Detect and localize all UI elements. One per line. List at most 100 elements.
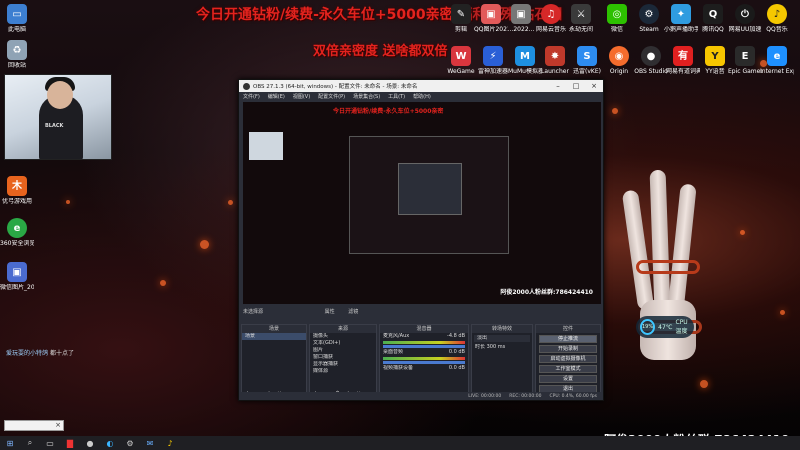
desktop-icon-launcher[interactable]: ✸ Launcher: [538, 46, 572, 75]
rec-timer: REC: 00:00:00: [509, 393, 542, 399]
task-view-icon[interactable]: ▭: [40, 436, 60, 450]
menu-help[interactable]: 帮助(H): [413, 93, 431, 100]
maximize-button[interactable]: □: [567, 82, 585, 90]
webcam-overlay: BLACK: [4, 74, 112, 160]
desktop-icon-qq-image[interactable]: ▣QQ图片20211223...: [474, 4, 508, 33]
desktop-icon-edit[interactable]: ✎ 剪辑: [444, 4, 478, 33]
desktop-icon-this-pc[interactable]: ▭ 此电脑: [0, 4, 34, 33]
game-icon: ⚔: [571, 4, 591, 24]
game-tool-icon: 木: [7, 176, 27, 196]
desktop-icon-naraka[interactable]: ⚔ 永劫无间: [564, 4, 598, 33]
image-file-icon: ▣: [481, 4, 501, 24]
transition-duration[interactable]: 时长 300 ms: [472, 344, 532, 351]
ie-icon: e: [767, 46, 787, 66]
desktop-icon-obs[interactable]: ● OBS Studio: [634, 46, 668, 75]
volume-slider[interactable]: [383, 345, 465, 348]
edit-icon: ✎: [451, 4, 471, 24]
desktop-icon-qq-music[interactable]: ♪ QQ音乐: [760, 4, 794, 33]
menu-scene-collection[interactable]: 场景集合(S): [353, 93, 380, 100]
filters-button[interactable]: 滤镜: [348, 309, 358, 315]
netease-icon[interactable]: ▇: [60, 436, 80, 450]
source-item[interactable]: 显示器捕获: [310, 361, 376, 368]
desktop-icon-game-tool[interactable]: 木 优弓游戏用: [0, 176, 34, 205]
preview-fan-text: 阿俊2000人粉丝群:786424410: [500, 289, 593, 296]
nested-obs-preview: [349, 136, 509, 254]
virtual-camera-button[interactable]: 启动虚拟摄像机: [539, 355, 597, 363]
obs-preview[interactable]: 今日开通钻粉/续费-永久车位+5000亲密 阿俊2000人粉丝群:7864244…: [243, 102, 601, 304]
start-recording-button[interactable]: 开始录制: [539, 345, 597, 353]
window-title: OBS 27.1.3 (64-bit, windows) - 配置文件: 未命名…: [253, 84, 418, 90]
taskbar: ⊞ ⌕ ▭ ▇ ● ◐ ⚙ ✉ ♪: [0, 436, 800, 450]
edge-icon[interactable]: ◐: [100, 436, 120, 450]
desktop-icon-yy[interactable]: Y YY语音: [698, 46, 732, 75]
promo-banner-line2: 双倍亲密度 送啥都双倍: [313, 44, 448, 59]
transition-select[interactable]: 淡出: [474, 335, 530, 342]
obs-titlebar[interactable]: OBS 27.1.3 (64-bit, windows) - 配置文件: 未命名…: [239, 80, 603, 92]
desktop-icon-qq[interactable]: Q 腾讯QQ: [696, 4, 730, 33]
qq-music-icon[interactable]: ♪: [160, 436, 180, 450]
source-item[interactable]: 图片: [310, 347, 376, 354]
menu-file[interactable]: 文件(F): [243, 93, 260, 100]
desktop-icon-ie[interactable]: eInternet Explorer: [760, 46, 794, 75]
steam-icon[interactable]: ⚙: [120, 436, 140, 450]
dock-title: 控件: [536, 325, 600, 333]
source-item[interactable]: 媒体源: [310, 368, 376, 375]
menu-edit[interactable]: 编辑(E): [268, 93, 285, 100]
browser-360-icon: e: [7, 218, 27, 238]
source-item[interactable]: 摄像头: [310, 333, 376, 340]
cpu-temp-widget[interactable]: 19% 47℃ CPU温度: [636, 316, 694, 338]
sources-dock: 来源 摄像头 文本(GDI+) 图片 窗口捕获 显示器捕获 媒体源 + − ⚙ …: [309, 324, 377, 400]
close-button[interactable]: ×: [585, 82, 603, 90]
thunder-icon: S: [577, 46, 597, 66]
assistant-icon: ✦: [671, 4, 691, 24]
settings-button[interactable]: 设置: [539, 375, 597, 383]
nested-obs-preview-inner: [398, 163, 462, 215]
dock-title: 混音器: [380, 325, 468, 333]
desktop-icon-image-2022[interactable]: ▣ ...2022...: [504, 4, 538, 33]
desktop-icon-image-file[interactable]: ▣ 微信图片_2022062...: [0, 262, 34, 291]
source-item[interactable]: 窗口捕获: [310, 354, 376, 361]
desktop-icon-steam[interactable]: ⚙ Steam: [632, 4, 666, 33]
search-icon[interactable]: ⌕: [20, 436, 40, 450]
studio-mode-button[interactable]: 工作室模式: [539, 365, 597, 373]
desktop-icon-mumu[interactable]: M MuMu模拟器: [508, 46, 542, 75]
leishen-icon: ⚡: [483, 46, 503, 66]
desktop-icon-recycle-bin[interactable]: ♻ 回收站: [0, 40, 34, 69]
stop-streaming-button[interactable]: 停止推流: [539, 335, 597, 343]
volume-slider[interactable]: [383, 361, 465, 364]
desktop-icon-epic[interactable]: EEpic Games Launcher: [728, 46, 762, 75]
recycle-bin-icon: ♻: [7, 40, 27, 60]
desktop-icon-wechat[interactable]: ◎ 微信: [600, 4, 634, 33]
desktop-icon-youdao[interactable]: 有网易有道词典: [666, 46, 700, 75]
menu-tools[interactable]: 工具(T): [388, 93, 405, 100]
computer-icon: ▭: [7, 4, 27, 24]
desktop-icon-netease-music[interactable]: ♫ 网易云音乐: [534, 4, 568, 33]
desktop-icon-leishen[interactable]: ⚡ 雷神加速器: [476, 46, 510, 75]
source-item[interactable]: 文本(GDI+): [310, 340, 376, 347]
chat-message: 爱玩耍的小特鸽 都十点了: [6, 350, 74, 357]
mail-icon[interactable]: ✉: [140, 436, 160, 450]
desktop-icon-thunder[interactable]: S 迅雷(vKE): [570, 46, 604, 75]
controls-dock: 控件 停止推流 开始录制 启动虚拟摄像机 工作室模式 设置 退出: [535, 324, 601, 400]
dock-title: 转场特效: [472, 325, 532, 333]
desktop-icon-360-browser[interactable]: e 360安全浏览器: [0, 218, 34, 247]
mixer-dock: 混音器 麦克风/Aux -4.8 dB 桌面音频 0.0 dB 视频捕获设备 0…: [379, 324, 469, 400]
start-icon[interactable]: ⊞: [0, 436, 20, 450]
obs-window[interactable]: OBS 27.1.3 (64-bit, windows) - 配置文件: 未命名…: [238, 79, 604, 401]
wegame-icon: W: [451, 46, 471, 66]
properties-button[interactable]: 属性: [325, 309, 335, 315]
menu-profile[interactable]: 配置文件(P): [318, 93, 345, 100]
close-icon[interactable]: ×: [55, 421, 61, 429]
scene-item[interactable]: 场景: [242, 333, 306, 340]
desktop-icon-uu[interactable]: ⏻ 网易UU加速: [728, 4, 762, 33]
obs-icon: ●: [641, 46, 661, 66]
desktop-icon-wegame[interactable]: W WeGame: [444, 46, 478, 75]
desktop-icon-assistant[interactable]: ✦ 小鹅声播助手: [664, 4, 698, 33]
mixer-track-name: 桌面音频 0.0 dB: [383, 349, 465, 355]
menu-view[interactable]: 视图(V): [293, 93, 310, 100]
desktop-search-box[interactable]: ×: [4, 420, 64, 431]
minimize-button[interactable]: –: [549, 82, 567, 90]
obs-icon[interactable]: ●: [80, 436, 100, 450]
desktop-icon-origin[interactable]: ◉ Origin: [602, 46, 636, 75]
uu-icon: ⏻: [735, 4, 755, 24]
